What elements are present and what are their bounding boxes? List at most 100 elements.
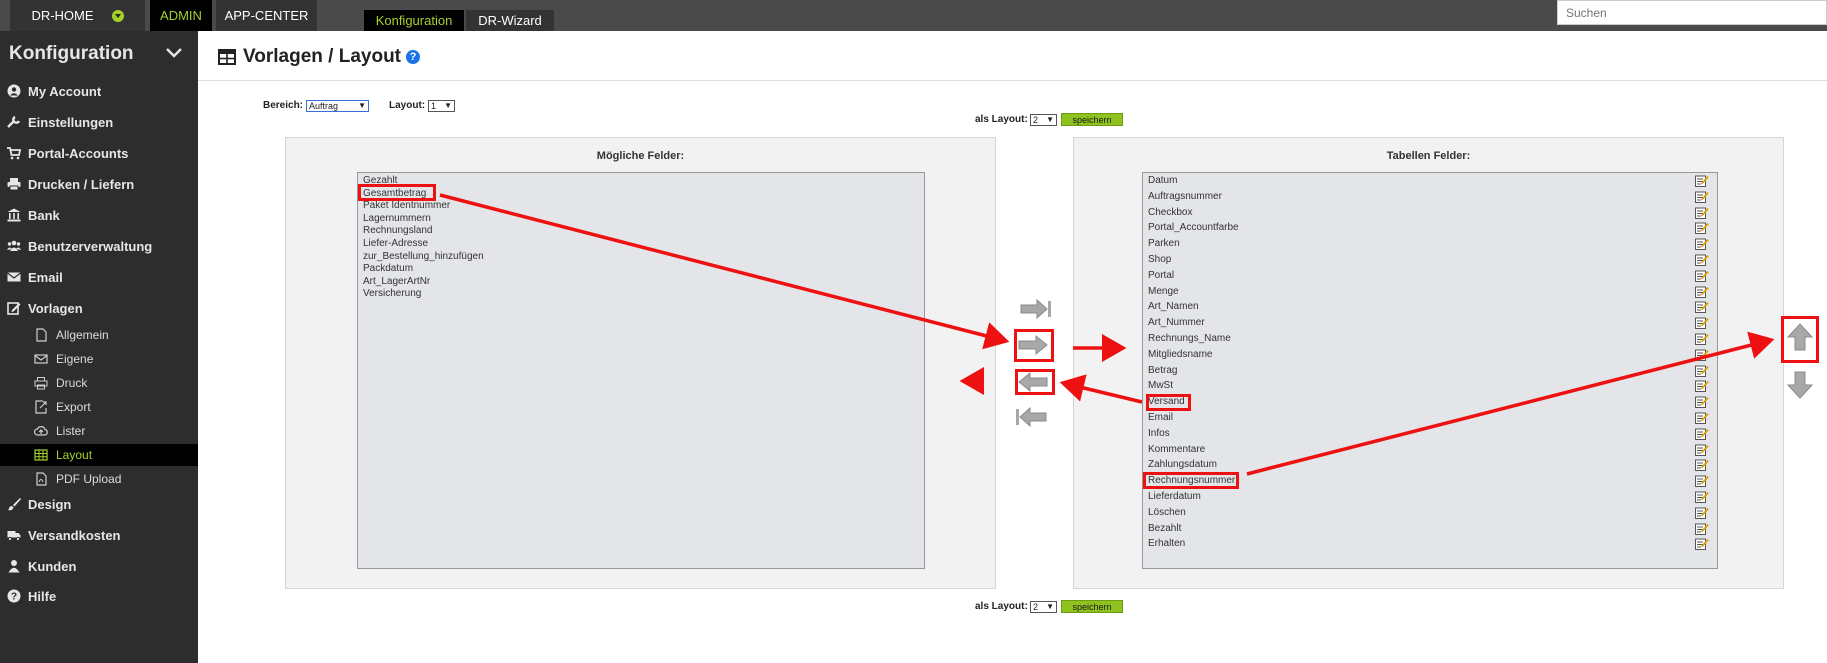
help-icon[interactable]: ?	[406, 50, 420, 64]
move-all-right-button[interactable]	[1019, 298, 1053, 320]
edit-icon[interactable]	[1695, 428, 1709, 440]
list-item[interactable]: Portal	[1148, 270, 1174, 281]
list-item[interactable]: Checkbox	[1148, 207, 1192, 218]
sidebar-item-my-account[interactable]: My Account	[0, 78, 198, 104]
admin-tab[interactable]: ADMIN	[150, 0, 212, 31]
list-item[interactable]: Parken	[1148, 238, 1180, 249]
bereich-label: Bereich:	[263, 100, 304, 111]
sidebar-item-vorlagen[interactable]: Vorlagen	[0, 295, 198, 321]
als-layout-select-bottom[interactable]: 2 ▼	[1030, 601, 1057, 613]
user-icon	[8, 560, 20, 573]
sidebar-item-email[interactable]: Email	[0, 264, 198, 290]
sidebar-subitem-label: Allgemein	[56, 328, 109, 342]
edit-icon[interactable]	[1695, 317, 1709, 330]
edit-icon[interactable]	[1695, 507, 1709, 519]
edit-icon[interactable]	[1695, 349, 1709, 361]
sidebar-subitem-layout[interactable]: Layout	[0, 444, 198, 466]
sidebar-item-einstellungen[interactable]: Einstellungen	[0, 109, 198, 135]
edit-icon[interactable]	[1695, 238, 1709, 251]
list-item[interactable]: Kommentare	[1148, 444, 1205, 455]
sidebar-subitem-lister[interactable]: Lister	[0, 420, 198, 442]
list-item[interactable]: Rechnungsland	[363, 225, 433, 236]
list-item[interactable]: MwSt	[1148, 380, 1173, 391]
edit-icon[interactable]	[1695, 301, 1709, 314]
edit-icon[interactable]	[1695, 222, 1709, 235]
list-item[interactable]: Zahlungsdatum	[1148, 459, 1217, 470]
bereich-select[interactable]: Auftrag ▼	[306, 100, 369, 112]
edit-icon[interactable]	[1695, 459, 1709, 472]
list-item[interactable]: Löschen	[1148, 507, 1186, 518]
sidebar-item-benutzerverwaltung[interactable]: Benutzerverwaltung	[0, 233, 198, 259]
list-item[interactable]: Packdatum	[363, 263, 413, 274]
list-item[interactable]: Infos	[1148, 428, 1170, 439]
list-item[interactable]: Erhalten	[1148, 538, 1185, 549]
sidebar-item-drucken-liefern[interactable]: Drucken / Liefern	[0, 171, 198, 197]
edit-icon[interactable]	[1695, 412, 1709, 424]
sidebar-item-hilfe[interactable]: ? Hilfe	[0, 583, 198, 609]
list-item[interactable]: Rechnungs_Name	[1148, 333, 1231, 344]
edit-icon[interactable]	[1695, 254, 1709, 266]
move-down-button[interactable]	[1785, 370, 1815, 400]
table-fields-list[interactable]: Datum Auftragsnummer Checkbox Portal_Acc…	[1142, 172, 1718, 569]
list-item[interactable]: Auftragsnummer	[1148, 191, 1222, 202]
edit-icon[interactable]	[1695, 191, 1709, 203]
list-item[interactable]: Versicherung	[363, 288, 421, 299]
edit-icon[interactable]	[1695, 270, 1709, 282]
sidebar-item-bank[interactable]: Bank	[0, 202, 198, 228]
dr-home-tab[interactable]: DR-HOME	[10, 0, 145, 31]
list-item[interactable]: Art_LagerArtNr	[363, 276, 430, 287]
edit-icon[interactable]	[1695, 175, 1709, 187]
edit-icon[interactable]	[1695, 380, 1709, 393]
sidebar-item-design[interactable]: Design	[0, 491, 198, 517]
edit-icon[interactable]	[1695, 538, 1709, 551]
list-item[interactable]: Betrag	[1148, 365, 1177, 376]
possible-fields-list[interactable]: Gezahlt Gesamtbetrag Paket Identnummer L…	[357, 172, 925, 569]
list-item[interactable]: Art_Namen	[1148, 301, 1199, 312]
list-item[interactable]: Mitgliedsname	[1148, 349, 1212, 360]
edit-icon[interactable]	[1695, 491, 1709, 503]
list-item[interactable]: Datum	[1148, 175, 1177, 186]
sidebar-subitem-druck[interactable]: Druck	[0, 372, 198, 394]
edit-icon[interactable]	[1695, 444, 1709, 456]
list-item[interactable]: Bezahlt	[1148, 523, 1181, 534]
save-button-bottom[interactable]: speichern	[1061, 600, 1123, 613]
sidebar-item-versandkosten[interactable]: Versandkosten	[0, 522, 198, 548]
sidebar-subitem-eigene[interactable]: Eigene	[0, 348, 198, 370]
save-button-top[interactable]: speichern	[1061, 113, 1123, 126]
edit-icon[interactable]	[1695, 207, 1709, 219]
list-item[interactable]: Lieferdatum	[1148, 491, 1201, 502]
tab-konfiguration[interactable]: Konfiguration	[364, 10, 464, 31]
list-item[interactable]: Menge	[1148, 286, 1179, 297]
layout-select[interactable]: 1 ▼	[428, 100, 455, 112]
edit-icon	[7, 302, 21, 315]
edit-icon[interactable]	[1695, 523, 1709, 535]
wrench-icon	[7, 115, 21, 128]
sidebar-item-kunden[interactable]: Kunden	[0, 553, 198, 579]
list-item[interactable]: Liefer-Adresse	[363, 238, 428, 249]
highlight-box	[1014, 329, 1054, 362]
list-item[interactable]: Email	[1148, 412, 1173, 423]
list-item[interactable]: Art_Nummer	[1148, 317, 1205, 328]
edit-icon[interactable]	[1695, 365, 1709, 377]
sidebar-subitem-export[interactable]: Export	[0, 396, 198, 418]
printer-icon	[7, 178, 21, 191]
tab-dr-wizard[interactable]: DR-Wizard	[466, 10, 554, 31]
app-center-tab[interactable]: APP-CENTER	[216, 0, 317, 31]
search-input[interactable]	[1557, 0, 1827, 25]
chevron-down-icon[interactable]	[164, 43, 184, 63]
sidebar-item-portal-accounts[interactable]: Portal-Accounts	[0, 140, 198, 166]
list-item[interactable]: Portal_Accountfarbe	[1148, 222, 1239, 233]
edit-icon[interactable]	[1695, 475, 1709, 488]
list-item[interactable]: Lagernummern	[363, 213, 431, 224]
edit-icon[interactable]	[1695, 286, 1709, 298]
edit-icon[interactable]	[1695, 333, 1709, 345]
move-all-left-button[interactable]	[1014, 406, 1048, 428]
list-item[interactable]: Paket Identnummer	[363, 200, 450, 211]
list-item[interactable]: Shop	[1148, 254, 1171, 265]
edit-icon[interactable]	[1695, 396, 1709, 409]
sidebar-subitem-pdf-upload[interactable]: PDF Upload	[0, 468, 198, 490]
chevron-down-icon[interactable]	[111, 9, 124, 22]
list-item[interactable]: zur_Bestellung_hinzufügen	[363, 251, 484, 262]
sidebar-subitem-allgemein[interactable]: Allgemein	[0, 324, 198, 346]
als-layout-select-top[interactable]: 2 ▼	[1030, 114, 1057, 126]
